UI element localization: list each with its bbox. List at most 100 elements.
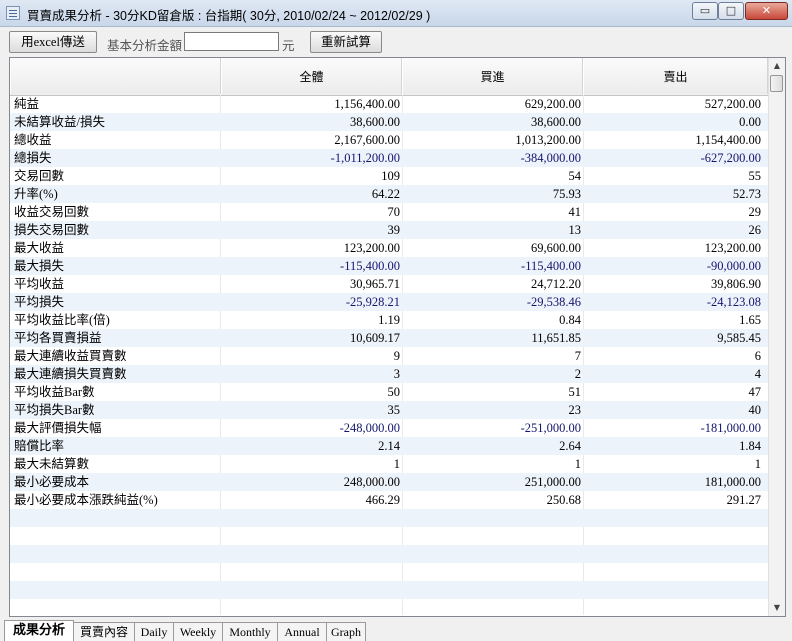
row-label: 最大未結算數 <box>14 457 90 471</box>
cell-buy: 250.68 <box>546 493 581 507</box>
cell-all: 109 <box>381 169 400 183</box>
amount-input[interactable] <box>184 32 279 51</box>
table-row[interactable]: 賠償比率 2.14 2.64 1.84 <box>10 437 768 455</box>
cell-buy: 38,600.00 <box>531 115 581 129</box>
grid-header: 全體 買進 賣出 <box>10 58 768 96</box>
cell-all: 3 <box>393 367 400 381</box>
tab-1[interactable]: 買賣內容 <box>73 622 135 641</box>
empty-row <box>10 599 768 616</box>
cell-all: 35 <box>387 403 401 417</box>
tab-0[interactable]: 成果分析 <box>4 620 74 641</box>
cell-all: 10,609.17 <box>350 331 400 345</box>
results-grid[interactable]: 全體 買進 賣出 純益 1,156,400.00 629,200.00 527,200… <box>9 57 786 617</box>
tab-6[interactable]: Graph <box>326 622 366 641</box>
row-label: 最大連續收益買賣數 <box>14 349 127 363</box>
tab-5[interactable]: Annual <box>277 622 327 641</box>
header-buy[interactable]: 買進 <box>402 58 583 94</box>
row-label: 最小必要成本漲跌純益(%) <box>14 493 158 507</box>
table-row[interactable]: 升率(%) 64.22 75.93 52.73 <box>10 185 768 203</box>
row-label: 平均收益 <box>14 277 65 291</box>
scroll-thumb[interactable] <box>770 75 783 92</box>
cell-all: 1 <box>393 457 400 471</box>
tab-3[interactable]: Weekly <box>173 622 223 641</box>
row-label: 平均損失Bar數 <box>14 403 95 417</box>
cell-sell: 26 <box>748 223 762 237</box>
table-row[interactable]: 純益 1,156,400.00 629,200.00 527,200.00 <box>10 95 768 113</box>
title-bar[interactable]: 買賣成果分析 - 30分KD留倉版 : 台指期( 30分, 2010/02/24… <box>0 0 792 27</box>
table-row[interactable]: 總收益 2,167,600.00 1,013,200.00 1,154,400.00 <box>10 131 768 149</box>
table-row[interactable]: 未結算收益/損失 38,600.00 38,600.00 0.00 <box>10 113 768 131</box>
table-row[interactable]: 平均損失 -25,928.21 -29,538.46 -24,123.08 <box>10 293 768 311</box>
cell-sell: -181,000.00 <box>700 421 761 435</box>
table-row[interactable]: 平均收益 30,965.71 24,712.20 39,806.90 <box>10 275 768 293</box>
cell-sell: 29 <box>748 205 762 219</box>
cell-sell: 55 <box>748 169 762 183</box>
header-label-column[interactable] <box>10 58 221 94</box>
cell-buy: 51 <box>568 385 582 399</box>
cell-all: 1.19 <box>378 313 400 327</box>
table-row[interactable]: 最大評價損失幅 -248,000.00 -251,000.00 -181,000.00 <box>10 419 768 437</box>
table-row[interactable]: 最大連續損失買賣數 3 2 4 <box>10 365 768 383</box>
cell-all: -248,000.00 <box>339 421 400 435</box>
table-row[interactable]: 平均損失Bar數 35 23 40 <box>10 401 768 419</box>
cell-all: 50 <box>387 385 401 399</box>
row-label: 最大評價損失幅 <box>14 421 102 435</box>
cell-all: 9 <box>393 349 400 363</box>
scroll-down-icon[interactable]: ▼ <box>769 600 785 616</box>
cell-all: -1,011,200.00 <box>330 151 400 165</box>
table-row[interactable]: 最小必要成本 248,000.00 251,000.00 181,000.00 <box>10 473 768 491</box>
cell-all: 466.29 <box>365 493 400 507</box>
table-row[interactable]: 平均收益比率(倍) 1.19 0.84 1.65 <box>10 311 768 329</box>
cell-all: 248,000.00 <box>343 475 400 489</box>
cell-buy: -115,400.00 <box>521 259 581 273</box>
cell-sell: 6 <box>754 349 761 363</box>
vertical-scrollbar[interactable]: ▲ ▼ <box>768 58 785 616</box>
maximize-button[interactable]: □ <box>718 2 744 20</box>
cell-sell: 9,585.45 <box>717 331 761 345</box>
table-row[interactable]: 最大損失 -115,400.00 -115,400.00 -90,000.00 <box>10 257 768 275</box>
cell-sell: 40 <box>748 403 762 417</box>
table-row[interactable]: 平均各買賣損益 10,609.17 11,651.85 9,585.45 <box>10 329 768 347</box>
recalculate-button[interactable]: 重新試算 <box>310 31 382 53</box>
cell-all: 64.22 <box>371 187 400 201</box>
export-excel-button[interactable]: 用excel傳送 <box>9 31 97 53</box>
row-label: 純益 <box>14 97 40 111</box>
row-label: 平均損失 <box>14 295 65 309</box>
table-row[interactable]: 損失交易回數 39 13 26 <box>10 221 768 239</box>
cell-buy: 7 <box>574 349 581 363</box>
cell-buy: 1,013,200.00 <box>515 133 581 147</box>
table-row[interactable]: 平均收益Bar數 50 51 47 <box>10 383 768 401</box>
table-row[interactable]: 最小必要成本漲跌純益(%) 466.29 250.68 291.27 <box>10 491 768 509</box>
table-row[interactable]: 總損失 -1,011,200.00 -384,000.00 -627,200.00 <box>10 149 768 167</box>
minimize-button[interactable]: ▭ <box>692 2 718 20</box>
table-row[interactable]: 交易回數 109 54 55 <box>10 167 768 185</box>
table-row[interactable]: 最大未結算數 1 1 1 <box>10 455 768 473</box>
cell-sell: 0.00 <box>739 115 761 129</box>
tab-4[interactable]: Monthly <box>222 622 278 641</box>
row-label: 收益交易回數 <box>14 205 90 219</box>
row-label: 賠償比率 <box>14 439 65 453</box>
cell-sell: 1.84 <box>739 439 761 453</box>
table-row[interactable]: 收益交易回數 70 41 29 <box>10 203 768 221</box>
table-row[interactable]: 最大收益 123,200.00 69,600.00 123,200.00 <box>10 239 768 257</box>
row-label: 損失交易回數 <box>14 223 90 237</box>
close-button[interactable]: ✕ <box>745 2 788 20</box>
cell-sell: 123,200.00 <box>704 241 761 255</box>
cell-all: 1,156,400.00 <box>334 97 400 111</box>
header-sell[interactable]: 賣出 <box>583 58 768 94</box>
cell-all: -115,400.00 <box>340 259 400 273</box>
cell-buy: -384,000.00 <box>520 151 581 165</box>
scroll-up-icon[interactable]: ▲ <box>769 58 785 74</box>
cell-sell: 1 <box>754 457 761 471</box>
cell-sell: -24,123.08 <box>706 295 761 309</box>
toolbar: 用excel傳送 基本分析金額 元 重新試算 <box>0 27 792 55</box>
header-all[interactable]: 全體 <box>221 58 402 94</box>
window-title: 買賣成果分析 - 30分KD留倉版 : 台指期( 30分, 2010/02/24… <box>27 9 431 23</box>
cell-buy: 2 <box>574 367 581 381</box>
cell-sell: -627,200.00 <box>700 151 761 165</box>
cell-sell: 291.27 <box>726 493 761 507</box>
cell-sell: 181,000.00 <box>704 475 761 489</box>
cell-buy: -251,000.00 <box>520 421 581 435</box>
tab-2[interactable]: Daily <box>134 622 174 641</box>
table-row[interactable]: 最大連續收益買賣數 9 7 6 <box>10 347 768 365</box>
